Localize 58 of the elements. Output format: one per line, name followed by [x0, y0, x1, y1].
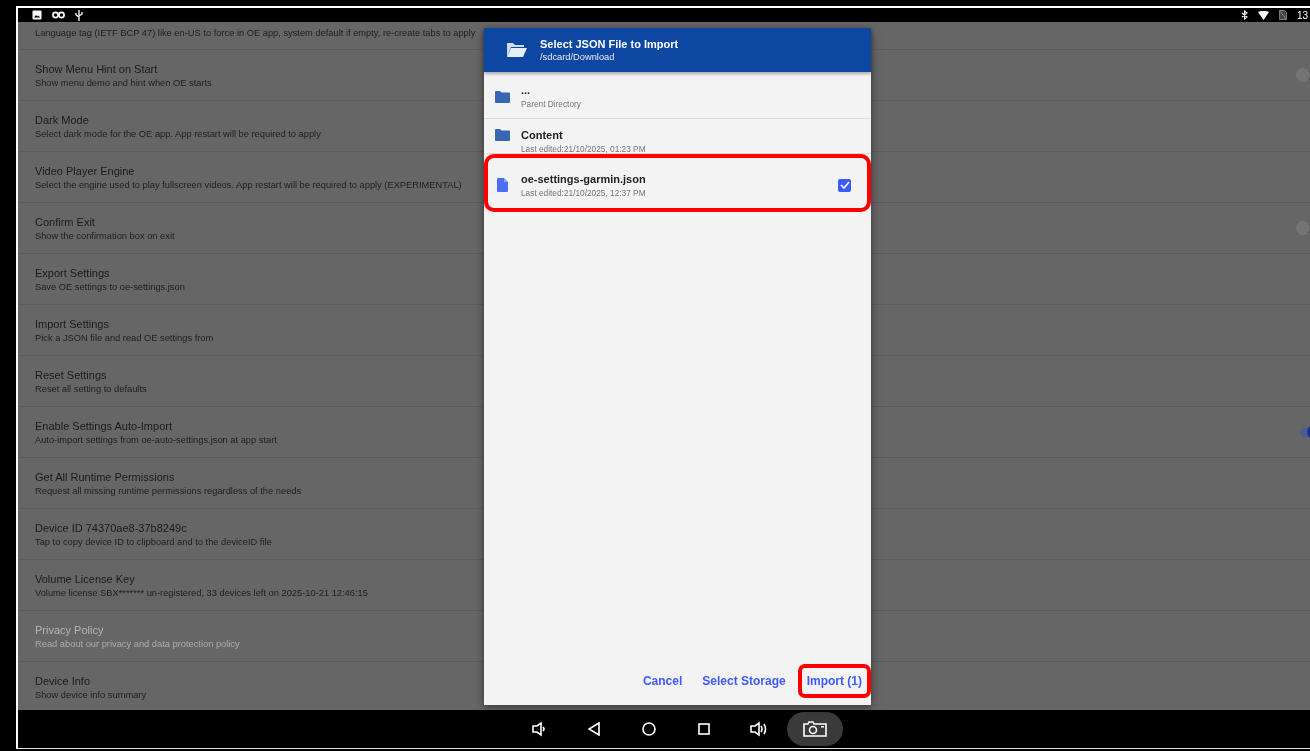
setting-title: Confirm Exit	[35, 215, 95, 228]
setting-description: Reset all setting to defaults	[35, 383, 147, 394]
setting-description: Request all missing runtime permissions regardless of the needs	[35, 485, 302, 496]
setting-description: Show the confirmation box on exit	[35, 230, 175, 241]
folder-icon	[494, 129, 510, 141]
folder-icon	[494, 90, 510, 103]
setting-title: Video Player Engine	[35, 164, 135, 177]
setting-title: Get All Runtime Permissions	[35, 470, 175, 483]
setting-title: Dark Mode	[35, 113, 89, 126]
volume-up-icon	[749, 721, 769, 737]
recents-icon	[698, 723, 710, 735]
setting-description: Select dark mode for the OE app. App restart will be required to apply	[35, 128, 321, 139]
setting-title: Reset Settings	[35, 368, 107, 381]
setting-title: Export Settings	[35, 266, 110, 279]
usb-icon	[75, 9, 83, 21]
setting-description: Auto-import settings from oe-auto-settings.json at app start	[35, 434, 277, 445]
app-logo-icon	[52, 11, 65, 19]
dialog-button[interactable]: Cancel	[634, 668, 691, 694]
back-icon	[588, 722, 600, 736]
dialog-button[interactable]: Import (1)	[797, 664, 871, 698]
setting-title: Import Settings	[35, 317, 109, 330]
no-sim-icon	[1278, 10, 1287, 20]
clock-time: 13	[1296, 9, 1308, 21]
setting-description: Select the engine used to play fullscreen videos. App restart will be required to apply (EXPERIMENTAL)	[35, 179, 462, 190]
file-name: oe-settings-garmin.json	[521, 172, 646, 185]
folder-item[interactable]: Content Last edited:21/10/2025, 01:23 PM	[484, 119, 871, 154]
file-name: Content	[521, 129, 563, 141]
setting-title: Device Info	[35, 674, 91, 687]
file-detail: Parent Directory	[521, 99, 581, 109]
dialog-button[interactable]: Select Storage	[694, 668, 794, 694]
checkbox[interactable]	[838, 178, 851, 192]
setting-description: Show menu demo and hint when OE starts	[35, 77, 212, 88]
setting-title: Show Menu Hint on Start	[35, 62, 158, 75]
setting-description: Show device info summary	[35, 689, 147, 700]
setting-title: Volume License Key	[35, 572, 135, 585]
folder-path: /sdcard/Download	[540, 52, 616, 62]
file-detail: Last edited:21/10/2025, 01:23 PM	[521, 144, 646, 154]
setting-title: Enable Settings Auto-Import	[35, 419, 172, 432]
setting-title: Privacy Policy	[35, 623, 104, 636]
dialog-title: Select JSON File to Import	[540, 38, 679, 50]
file-detail: Last edited:21/10/2025, 12:37 PM	[521, 187, 646, 198]
setting-description: Read about our privacy and data protection policy	[35, 638, 240, 649]
file-icon	[496, 178, 508, 192]
setting-title: Device ID 74370ae8-37b8249c	[35, 521, 187, 534]
camera-button[interactable]	[786, 712, 843, 746]
file-name: ...	[521, 84, 531, 96]
home-icon	[642, 722, 656, 736]
wifi-icon	[1257, 10, 1269, 20]
volume-down-icon	[531, 721, 547, 737]
folder-item[interactable]: ... Parent Directory	[484, 75, 871, 119]
setting-description: Save OE settings to oe-settings.json	[35, 281, 185, 292]
bluetooth-icon	[1240, 10, 1248, 20]
setting-description: Tap to copy device ID to clipboard and to the deviceID file	[35, 536, 272, 547]
camera-icon	[802, 721, 827, 737]
folder-icon	[506, 42, 527, 58]
setting-description: Pick a JSON file and read OE settings from	[35, 332, 214, 343]
setting-description: Volume license SBX******* un-registered, 33 devices left on 2025-10-21 12:46:15	[35, 587, 368, 598]
file-item[interactable]: oe-settings-garmin.json Last edited:21/10/2025, 12:37 PM	[484, 154, 871, 212]
